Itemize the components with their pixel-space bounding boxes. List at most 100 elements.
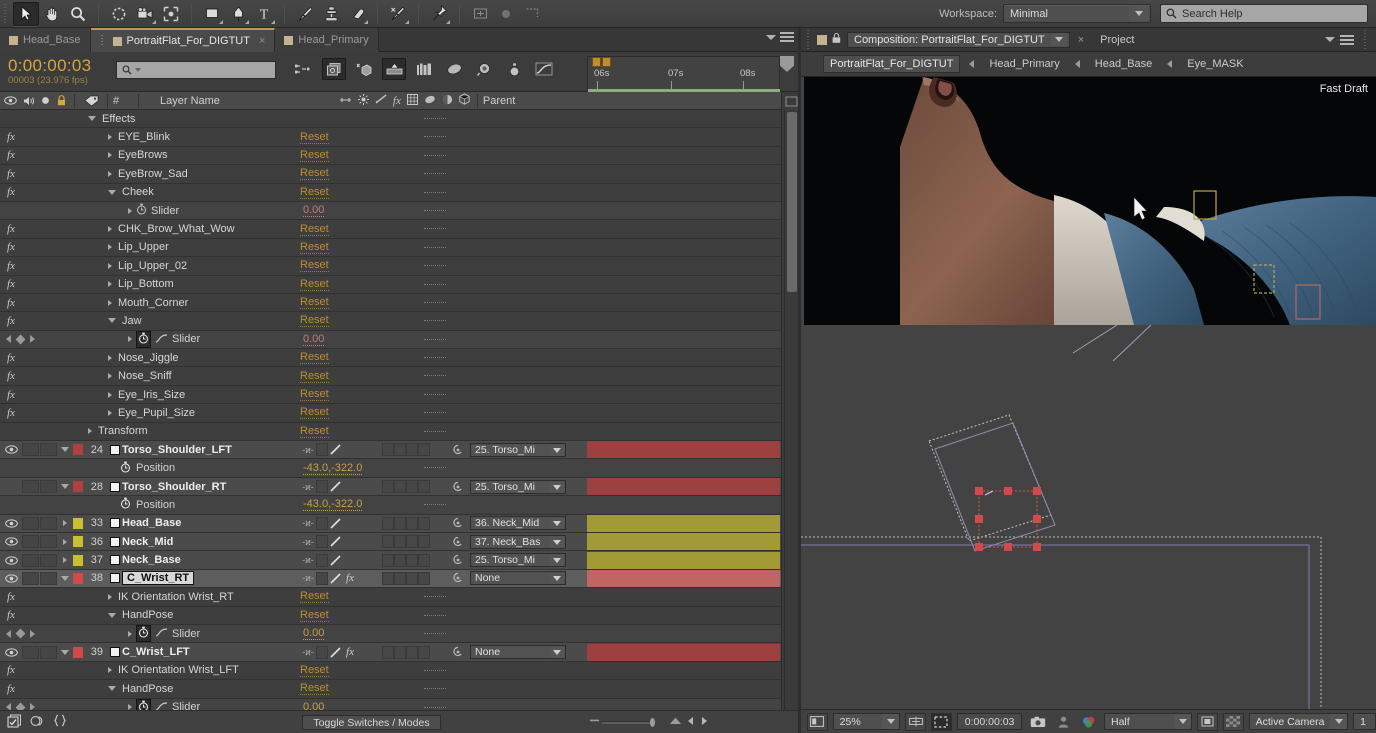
graph-editor-pill-icon[interactable] [442, 58, 466, 80]
reset-link[interactable]: Reset [300, 278, 329, 291]
expand-triangle[interactable] [108, 262, 112, 269]
effect-row[interactable]: fx EyeBrows Reset [0, 146, 781, 166]
expand-triangle[interactable] [108, 299, 112, 306]
layer-name[interactable]: Neck_Mid [122, 536, 173, 548]
layer-duration-bar[interactable] [587, 478, 780, 495]
reset-link[interactable]: Reset [300, 425, 329, 438]
timeline-ruler[interactable]: 06s 07s 08s [587, 56, 780, 90]
layer-duration-bar[interactable] [587, 441, 780, 459]
expand-triangle[interactable] [108, 686, 116, 692]
breadcrumb-item-0[interactable]: PortraitFlat_For_DIGTUT [823, 55, 961, 73]
layer-audio-toggle[interactable] [22, 645, 39, 659]
timeline-search-input[interactable] [116, 61, 276, 79]
layer-switch-boxes[interactable] [382, 535, 430, 549]
parent-select[interactable]: None [470, 645, 566, 660]
layer-name[interactable]: C_Wrist_RT [122, 571, 195, 586]
expand-triangle[interactable] [88, 116, 96, 122]
effects-switch-icon[interactable]: fx [7, 389, 15, 401]
zoom-select[interactable]: 25% [832, 713, 901, 730]
layer-switches[interactable]: -ϰ- fx [300, 643, 357, 661]
parent-pickwhip[interactable] [452, 536, 466, 548]
column-header-layer-name[interactable]: Layer Name [160, 95, 220, 107]
parent-pickwhip[interactable] [452, 481, 466, 493]
layer-label-color[interactable] [71, 646, 84, 658]
composition-tab[interactable]: Composition: PortraitFlat_For_DIGTUT [847, 31, 1070, 48]
parent-pickwhip[interactable] [452, 444, 466, 456]
property-name[interactable]: Position [136, 462, 175, 474]
expression-brackets-icon[interactable] [53, 714, 67, 730]
layer-label-color[interactable] [71, 536, 84, 548]
layer-audio-toggle[interactable] [22, 553, 39, 567]
layer-switches[interactable]: -ϰ- [300, 478, 343, 496]
effects-switch-icon[interactable]: fx [7, 149, 15, 161]
brush-tool[interactable] [292, 2, 318, 26]
stopwatch-icon[interactable] [136, 203, 147, 218]
slider-value[interactable]: 0.00 [303, 701, 324, 710]
slider-property-row[interactable]: Slider 0.00 [0, 698, 781, 710]
effects-switch-icon[interactable]: fx [7, 591, 15, 603]
channel-rgb-icon[interactable] [1078, 713, 1099, 731]
effect-name[interactable]: EYE_Blink [118, 131, 170, 143]
chevron-down-icon[interactable] [1050, 33, 1067, 46]
close-icon[interactable]: × [1078, 34, 1084, 46]
parent-pickwhip[interactable] [452, 554, 466, 566]
effect-name[interactable]: Eye_Iris_Size [118, 389, 185, 401]
next-frame-icon[interactable] [699, 716, 710, 729]
snapshot-camera-icon[interactable] [1027, 713, 1048, 731]
effect-row[interactable]: fx Cheek Reset [0, 183, 781, 202]
property-value[interactable]: -43.0,-322.0 [303, 462, 363, 475]
layer-duration-bar[interactable] [587, 551, 780, 569]
effect-row[interactable]: fx HandPose Reset [0, 680, 781, 699]
effect-name[interactable]: Nose_Jiggle [118, 352, 179, 364]
comp-render-icon[interactable] [7, 714, 22, 731]
reset-link[interactable]: Reset [300, 131, 329, 144]
expand-triangle[interactable] [108, 409, 112, 416]
audio-icon[interactable] [20, 96, 37, 106]
layer-switch-boxes[interactable] [382, 645, 430, 659]
effect-row[interactable]: fx Lip_Upper_02 Reset [0, 257, 781, 276]
slider-property-row[interactable]: Slider 0.00 [0, 624, 781, 644]
layer-label-color[interactable] [71, 517, 84, 529]
motion-blur-icon[interactable] [412, 58, 436, 80]
slider-property-row[interactable]: Slider 0.00 [0, 330, 781, 350]
layer-audio-toggle[interactable] [22, 480, 39, 493]
graph-editor-icon[interactable] [155, 701, 168, 710]
layer-duration-bar[interactable] [587, 533, 780, 551]
table-row[interactable]: 33 Head_Base -ϰ- 36. Neck_Mid [0, 514, 781, 533]
layer-switch-boxes[interactable] [382, 480, 430, 493]
camera-select[interactable]: Active Camera [1248, 713, 1349, 730]
layer-name[interactable]: C_Wrist_LFT [122, 646, 190, 658]
layer-label-color[interactable] [71, 444, 84, 456]
effect-name[interactable]: Cheek [122, 186, 154, 198]
effect-name[interactable]: IK Orientation Wrist_RT [118, 591, 234, 603]
effects-switch-icon[interactable]: fx [7, 315, 15, 327]
reset-link[interactable]: Reset [300, 296, 329, 310]
parent-pickwhip[interactable] [452, 572, 466, 584]
comp-nav-icon[interactable] [785, 96, 798, 107]
composition-panel-menu[interactable] [1325, 29, 1376, 50]
parent-pickwhip[interactable] [452, 517, 466, 529]
effects-switch-icon[interactable]: fx [7, 407, 15, 419]
composition-viewer[interactable]: Fast Draft [801, 77, 1376, 709]
expand-triangle[interactable] [108, 667, 112, 674]
effect-row[interactable]: fx Lip_Bottom Reset [0, 275, 781, 294]
reset-link[interactable]: Reset [300, 682, 329, 696]
slider-value[interactable]: 0.00 [303, 333, 325, 346]
expand-triangle[interactable] [108, 170, 112, 177]
effect-name[interactable]: EyeBrow_Sad [118, 168, 188, 180]
layer-label-color[interactable] [71, 572, 84, 584]
stopwatch-icon[interactable] [136, 698, 151, 710]
column-header-parent[interactable]: Parent [483, 95, 515, 107]
effects-switch-icon[interactable]: fx [7, 370, 15, 382]
layer-switch-boxes[interactable] [382, 571, 430, 585]
property-row[interactable]: Position -43.0,-322.0 [0, 496, 781, 515]
layer-audio-toggle[interactable] [22, 516, 39, 530]
expand-triangle[interactable] [108, 593, 112, 600]
brainstorm-icon[interactable] [472, 58, 496, 80]
effect-row[interactable]: fx EYE_Blink Reset [0, 128, 781, 147]
layer-name[interactable]: Torso_Shoulder_RT [122, 481, 226, 493]
solo-icon[interactable] [37, 96, 53, 105]
reset-link[interactable]: Reset [300, 241, 329, 254]
stopwatch-icon[interactable] [136, 625, 151, 643]
layer-name[interactable]: Torso_Shoulder_LFT [122, 444, 232, 456]
